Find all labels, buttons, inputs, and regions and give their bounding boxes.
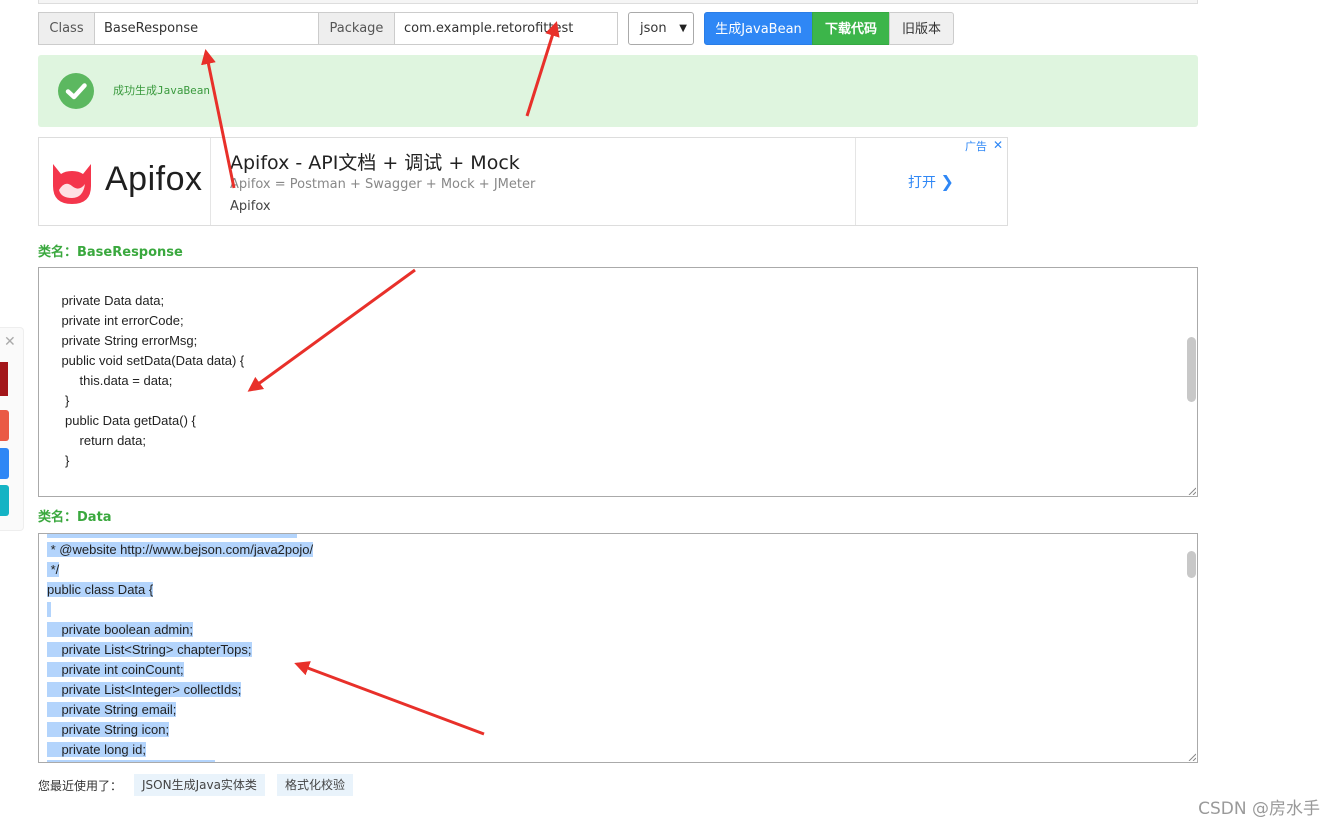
recent-used-label: 您最近使用了： xyxy=(38,779,123,793)
recent-item-format-check[interactable]: 格式化校验 xyxy=(277,774,354,796)
code-line: private Data data; xyxy=(47,293,165,308)
floating-share-widget: ✕ xyxy=(0,327,24,531)
format-select[interactable]: json ▼ xyxy=(628,12,694,45)
code-line: */ xyxy=(47,562,60,577)
code-line: } xyxy=(47,453,70,468)
package-label: Package xyxy=(318,12,395,45)
section-title-data: 类名：Data xyxy=(38,510,112,525)
download-code-button[interactable]: 下载代码 xyxy=(812,12,890,45)
package-name-input[interactable]: com.example.retorofittest xyxy=(394,12,618,45)
share-button-red[interactable] xyxy=(0,410,9,441)
format-select-value: json xyxy=(640,21,667,36)
ad-close-icon[interactable]: ✕ xyxy=(993,138,1003,152)
page: Class BaseResponse Package com.example.r… xyxy=(0,0,1334,824)
code-line xyxy=(47,600,51,620)
close-icon[interactable]: ✕ xyxy=(4,334,16,350)
selection-highlight xyxy=(47,534,297,538)
csdn-watermark: CSDN @房水手 xyxy=(1198,799,1320,819)
code-line: private int coinCount; xyxy=(47,662,184,677)
ad-title[interactable]: Apifox - API文档 + 调试 + Mock xyxy=(230,148,520,175)
ad-brand: Apifox xyxy=(105,160,203,198)
resize-handle-icon[interactable] xyxy=(1188,487,1196,495)
check-circle-icon xyxy=(58,73,94,109)
ad-description: Apifox = Postman + Swagger + Mock + JMet… xyxy=(230,177,536,192)
code-line: private boolean admin; xyxy=(47,622,193,637)
code-output-baseresponse[interactable]: private Data data; private int errorCode… xyxy=(38,267,1198,497)
class-name-input[interactable]: BaseResponse xyxy=(94,12,319,45)
ad-open-link[interactable]: 打开 ❯ xyxy=(908,172,954,192)
selection-highlight xyxy=(47,760,215,762)
section-title-baseresponse: 类名：BaseResponse xyxy=(38,245,183,260)
chevron-down-icon: ▼ xyxy=(679,23,687,34)
success-message: 成功生成JavaBean xyxy=(113,84,210,97)
code-line: private int errorCode; xyxy=(47,313,184,328)
code-line: private String errorMsg; xyxy=(47,333,198,348)
recent-item-json-to-java[interactable]: JSON生成Java实体类 xyxy=(134,774,265,796)
scrollbar-thumb[interactable] xyxy=(1187,551,1196,578)
widget-glyph-icon xyxy=(0,362,8,396)
code-line: private long id; xyxy=(47,742,146,757)
code-line: * @website http://www.bejson.com/java2po… xyxy=(47,542,314,557)
code-line: private String icon; xyxy=(47,722,170,737)
scrollbar-thumb[interactable] xyxy=(1187,337,1196,402)
code-line: return data; xyxy=(47,433,147,448)
top-panel-edge xyxy=(38,0,1198,4)
apifox-logo-icon xyxy=(53,164,91,204)
code-line: private List<String> chapterTops; xyxy=(47,642,252,657)
class-label: Class xyxy=(38,12,95,45)
ad-source: Apifox xyxy=(230,199,271,214)
code-line: this.data = data; xyxy=(47,373,173,388)
resize-handle-icon[interactable] xyxy=(1188,753,1196,761)
code-output-data[interactable]: * @website http://www.bejson.com/java2po… xyxy=(38,533,1198,763)
generate-javabean-button[interactable]: 生成JavaBean xyxy=(704,12,813,45)
success-alert: 成功生成JavaBean xyxy=(38,55,1198,127)
code-line: private String email; xyxy=(47,702,177,717)
ad-badge: 广告 xyxy=(965,140,987,153)
code-line: public void setData(Data data) { xyxy=(47,353,245,368)
share-button-blue[interactable] xyxy=(0,448,9,479)
chevron-right-icon: ❯ xyxy=(940,172,954,191)
ad-open-label: 打开 xyxy=(908,175,936,191)
ad-logo: Apifox xyxy=(39,138,211,225)
code-line: public Data getData() { xyxy=(47,413,196,428)
code-line: public class Data { xyxy=(47,582,154,597)
old-version-button[interactable]: 旧版本 xyxy=(889,12,954,45)
code-line: private List<Integer> collectIds; xyxy=(47,682,242,697)
share-button-cyan[interactable] xyxy=(0,485,9,516)
code-line: } xyxy=(47,393,70,408)
ad-banner[interactable]: Apifox Apifox - API文档 + 调试 + Mock Apifox… xyxy=(38,137,1008,226)
